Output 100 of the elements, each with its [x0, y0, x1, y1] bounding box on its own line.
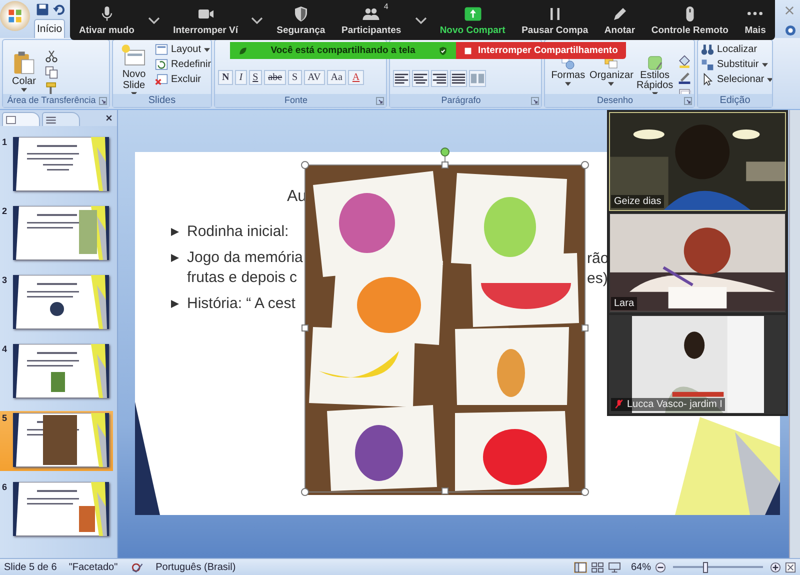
- fill-bucket-icon[interactable]: [678, 55, 691, 68]
- quick-styles-icon: [646, 55, 663, 71]
- ribbon-button[interactable]: Redefinir: [155, 58, 211, 71]
- close-icon[interactable]: [105, 114, 113, 122]
- group-label: Slides: [113, 94, 211, 107]
- slide-thumbnail[interactable]: [13, 206, 109, 260]
- ribbon-button[interactable]: Substituir: [701, 58, 772, 71]
- slide-row[interactable]: 2: [0, 204, 117, 264]
- ribbon-button[interactable]: Layout: [155, 43, 211, 56]
- align-icon[interactable]: [412, 70, 429, 87]
- slide-thumbnail[interactable]: [13, 413, 109, 467]
- slide-thumbnail[interactable]: [13, 482, 109, 536]
- outline-icon: [46, 116, 56, 124]
- dialog-launcher-icon[interactable]: [684, 97, 692, 105]
- ribbon-button[interactable]: Localizar: [701, 43, 772, 56]
- spellcheck-icon[interactable]: [130, 562, 144, 572]
- chevron-icon: [148, 16, 160, 24]
- language-label[interactable]: Português (Brasil): [156, 562, 236, 572]
- slide-row[interactable]: 4: [0, 342, 117, 402]
- shield-check-icon: [438, 46, 448, 56]
- copy-icon[interactable]: [45, 66, 58, 79]
- ribbon-button[interactable]: Estilos Rápidos: [634, 55, 675, 94]
- outline-pen-icon[interactable]: [678, 71, 691, 84]
- format-button[interactable]: N: [218, 70, 234, 85]
- mute-button[interactable]: Ativar mudo: [76, 0, 138, 40]
- chevron-icon: [251, 16, 264, 24]
- participants-button[interactable]: 4 Participantes: [338, 0, 404, 40]
- format-button[interactable]: A: [348, 70, 364, 85]
- bullet-icon: [170, 253, 180, 263]
- ribbon-button[interactable]: Novo Slide: [116, 43, 152, 94]
- slide-row[interactable]: 1: [0, 135, 117, 195]
- fit-window-icon[interactable]: [785, 562, 796, 572]
- participant-name: Geize dias: [611, 195, 664, 208]
- ribbon-button[interactable]: Excluir: [155, 73, 211, 86]
- slideshow-icon[interactable]: [608, 562, 621, 572]
- stop-sharing-button[interactable]: Interromper Compartilhamento: [456, 42, 626, 59]
- dialog-launcher-icon[interactable]: [99, 97, 107, 105]
- security-button[interactable]: Segurança: [274, 0, 328, 40]
- leaf-icon: [238, 46, 248, 56]
- format-button[interactable]: abe: [264, 70, 286, 85]
- format-button[interactable]: AV: [304, 70, 325, 85]
- bullet-icon: [170, 299, 180, 309]
- slide-number: 2: [2, 206, 8, 216]
- outline-tab[interactable]: [42, 112, 80, 126]
- caret-icon: [608, 82, 614, 86]
- ribbon-button[interactable]: Selecionar: [701, 73, 772, 86]
- vertical-scrollbar[interactable]: [789, 110, 800, 558]
- format-button[interactable]: Aa: [326, 70, 346, 85]
- slide-sorter-icon[interactable]: [590, 562, 604, 572]
- normal-view-icon[interactable]: [574, 562, 587, 572]
- zoom-in-icon[interactable]: [770, 562, 781, 572]
- video-button[interactable]: Interromper Ví: [170, 0, 241, 40]
- zoom-percentage[interactable]: 64%: [630, 562, 651, 572]
- caret-icon: [762, 63, 768, 67]
- ribbon-tab[interactable]: Início: [34, 19, 66, 38]
- annotate-button[interactable]: Anotar: [601, 0, 638, 40]
- scissors-icon[interactable]: [45, 50, 58, 63]
- office-button[interactable]: [0, 1, 30, 31]
- dialog-launcher-icon[interactable]: [376, 97, 384, 105]
- format-painter-icon[interactable]: [45, 82, 58, 94]
- bullet-text: Rodinha inicial:: [187, 222, 289, 242]
- slide-thumbnail[interactable]: [13, 137, 109, 191]
- more-button[interactable]: Mais: [742, 0, 769, 40]
- help-icon[interactable]: [785, 25, 796, 36]
- binoculars-icon: [701, 43, 714, 56]
- remote-control-button[interactable]: Controle Remoto: [648, 0, 732, 40]
- format-button[interactable]: I: [235, 70, 247, 85]
- format-button[interactable]: S: [248, 70, 262, 85]
- delete-slide-icon: [155, 73, 168, 86]
- ribbon-button[interactable]: Colar: [6, 50, 42, 92]
- video-tile[interactable]: Geize dias: [609, 112, 786, 212]
- zoom-out-icon[interactable]: [655, 562, 666, 572]
- slide-row[interactable]: 3: [0, 273, 117, 333]
- group-label: Edição: [698, 94, 772, 107]
- slide-row[interactable]: 6: [0, 480, 117, 540]
- office-logo-icon: [6, 7, 24, 25]
- new-share-button[interactable]: Novo Compart: [436, 0, 508, 40]
- format-button[interactable]: S: [288, 70, 302, 85]
- video-tile[interactable]: Lara: [609, 213, 786, 313]
- slide-thumbnail[interactable]: [13, 275, 109, 329]
- bullet-text: frutas e depois c: [187, 268, 298, 288]
- stop-icon: [464, 46, 472, 54]
- align-icon[interactable]: [431, 70, 448, 87]
- align-icon[interactable]: [450, 70, 467, 87]
- align-icon[interactable]: [393, 70, 410, 87]
- muted-microphone-icon: [614, 399, 624, 410]
- caret-icon: [767, 78, 772, 82]
- theme-name: "Facetado": [68, 562, 118, 572]
- caret-icon: [204, 48, 210, 52]
- chevron-icon: [414, 16, 426, 24]
- slide-thumbnail[interactable]: [13, 344, 109, 398]
- selected-slide-row[interactable]: 5: [0, 411, 113, 471]
- dialog-launcher-icon[interactable]: [531, 97, 539, 105]
- slide-number: 3: [2, 275, 8, 285]
- slides-tab[interactable]: [2, 112, 40, 126]
- reset-icon: [155, 58, 168, 71]
- pause-share-button[interactable]: Pausar Compa: [518, 0, 592, 40]
- save-icon[interactable]: [36, 3, 49, 16]
- slide-number: 5: [2, 413, 8, 423]
- undo-icon[interactable]: [53, 3, 66, 16]
